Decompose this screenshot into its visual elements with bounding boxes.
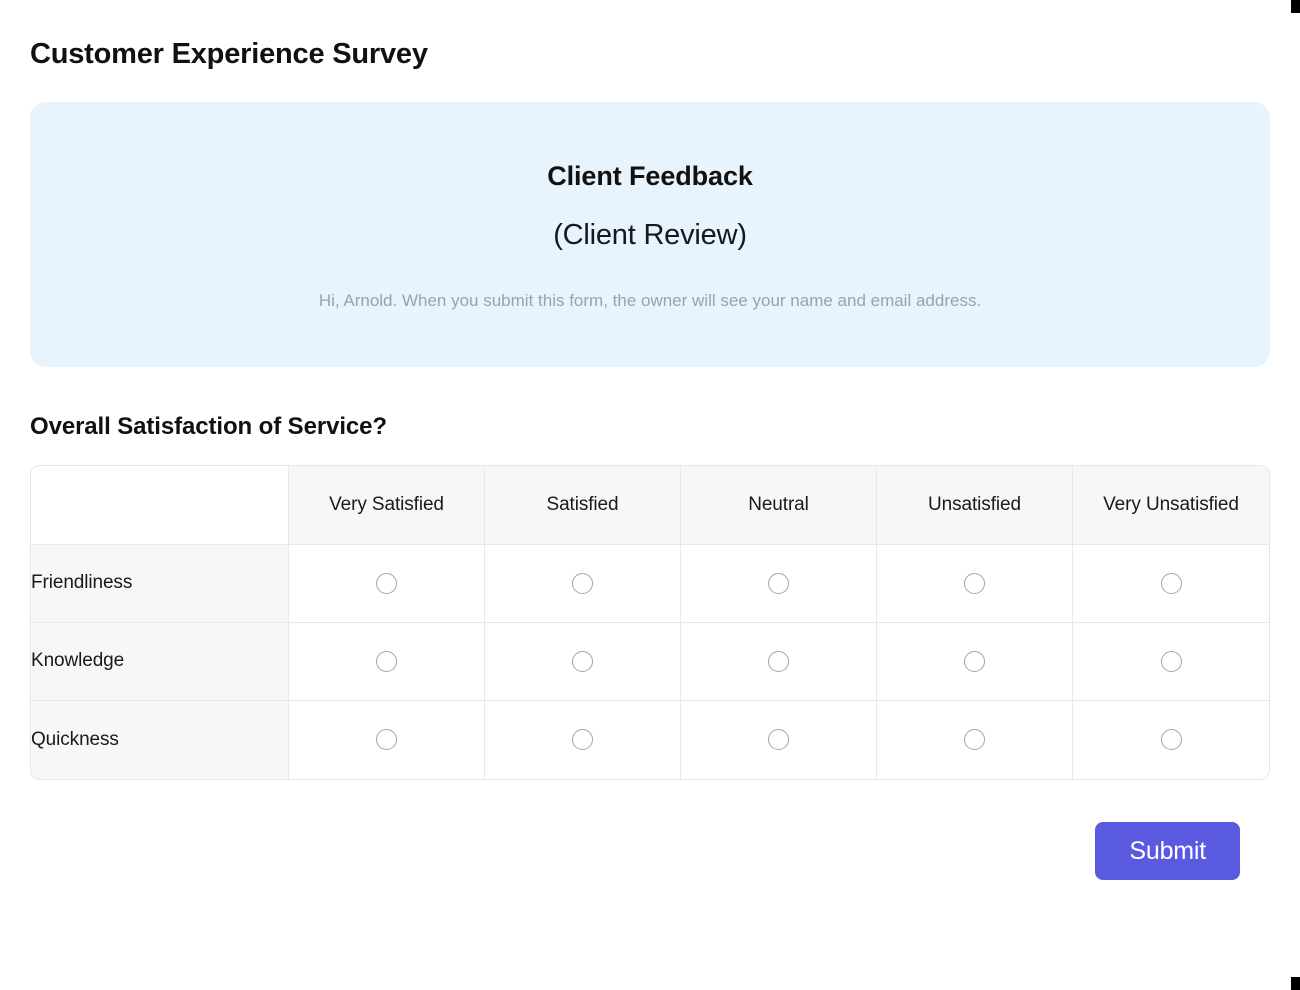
submit-button[interactable]: Submit xyxy=(1095,821,1240,880)
radio-button[interactable] xyxy=(964,729,985,751)
radio-cell[interactable] xyxy=(681,700,877,779)
table-header-row: Very Satisfied Satisfied Neutral Unsatisfie… xyxy=(31,465,1269,545)
radio-button[interactable] xyxy=(1160,572,1182,594)
satisfaction-matrix: Very Satisfied Satisfied Neutral Unsatisfie… xyxy=(30,464,1270,780)
radio-button[interactable] xyxy=(572,650,593,672)
radio-button[interactable] xyxy=(376,729,397,751)
radio-cell[interactable] xyxy=(485,622,681,701)
banner-title: Client Feedback xyxy=(547,160,753,191)
question-title: Overall Satisfaction of Service? xyxy=(30,412,387,440)
radio-cell[interactable] xyxy=(681,544,877,623)
row-label: Knowledge xyxy=(31,622,289,701)
radio-button[interactable] xyxy=(768,650,789,672)
radio-button[interactable] xyxy=(376,650,397,672)
radio-button[interactable] xyxy=(964,572,985,594)
radio-cell[interactable] xyxy=(1073,622,1269,701)
table-row: Friendliness xyxy=(31,544,1269,623)
radio-button[interactable] xyxy=(1160,650,1182,672)
table-row: Knowledge xyxy=(31,622,1269,701)
info-banner: Client Feedback (Client Review) Hi, Arno… xyxy=(30,101,1270,367)
radio-cell[interactable] xyxy=(485,700,681,779)
radio-cell[interactable] xyxy=(877,700,1073,779)
column-header: Satisfied xyxy=(485,465,681,545)
banner-subtitle: (Client Review) xyxy=(553,219,747,252)
radio-cell[interactable] xyxy=(877,622,1073,701)
radio-button[interactable] xyxy=(572,729,593,751)
radio-button[interactable] xyxy=(964,650,985,672)
radio-button[interactable] xyxy=(768,729,789,751)
radio-cell[interactable] xyxy=(1073,700,1269,779)
radio-cell[interactable] xyxy=(485,544,681,623)
column-header: Very Satisfied xyxy=(289,465,485,545)
scrollbar-up-arrow[interactable] xyxy=(1291,0,1300,13)
scrollbar-down-arrow[interactable] xyxy=(1291,977,1300,990)
column-header: Neutral xyxy=(681,465,877,545)
radio-button[interactable] xyxy=(572,572,593,594)
banner-privacy-note: Hi, Arnold. When you submit this form, t… xyxy=(318,290,982,310)
column-header: Unsatisfied xyxy=(877,465,1073,545)
radio-cell[interactable] xyxy=(289,544,485,623)
radio-cell[interactable] xyxy=(289,622,485,701)
table-corner-cell xyxy=(31,465,289,545)
radio-cell[interactable] xyxy=(877,544,1073,623)
page-title: Customer Experience Survey xyxy=(30,38,428,70)
satisfaction-table: Very Satisfied Satisfied Neutral Unsatisfie… xyxy=(30,464,1270,780)
form-actions: Submit xyxy=(30,821,1270,880)
radio-cell[interactable] xyxy=(1073,544,1269,623)
table-header: Very Satisfied Satisfied Neutral Unsatisfie… xyxy=(31,465,1269,545)
radio-cell[interactable] xyxy=(681,622,877,701)
table-body: Friendliness Knowledge Quickness xyxy=(31,544,1269,779)
row-label: Friendliness xyxy=(31,544,289,623)
radio-cell[interactable] xyxy=(289,700,485,779)
survey-page: Customer Experience Survey Client Feedba… xyxy=(0,0,1300,880)
row-label: Quickness xyxy=(31,700,289,779)
radio-button[interactable] xyxy=(376,572,397,594)
table-row: Quickness xyxy=(31,700,1269,779)
column-header: Very Unsatisfied xyxy=(1073,465,1269,545)
radio-button[interactable] xyxy=(768,572,789,594)
radio-button[interactable] xyxy=(1160,729,1182,751)
